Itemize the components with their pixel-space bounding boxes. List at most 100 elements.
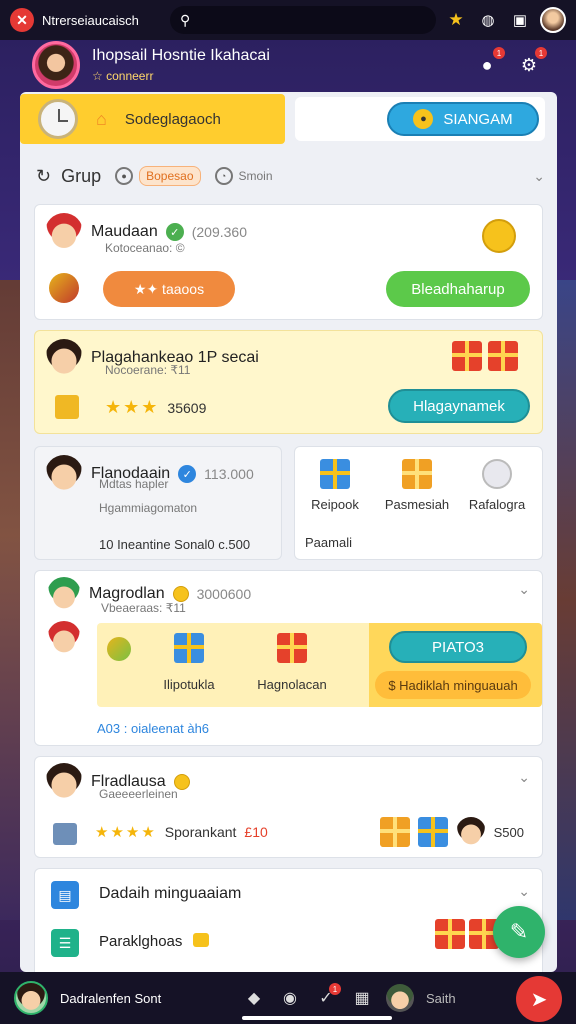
chevron-down-icon[interactable]: ⌄ bbox=[533, 168, 545, 185]
user-subtitle: Vbeaeraas: ₹11 bbox=[101, 601, 186, 615]
section-title: Dadaih minguaaiam bbox=[99, 885, 242, 902]
list-icon: ☰ bbox=[51, 929, 79, 957]
user-subtitle: Nocoerane: ₹11 bbox=[105, 363, 191, 377]
reward-options: Reipook Pasmesiah Rafalogra Paamali bbox=[294, 446, 543, 560]
game-icon[interactable]: ◉ bbox=[278, 986, 302, 1010]
reward-option[interactable]: Rafalogra bbox=[465, 459, 529, 512]
avatar bbox=[45, 455, 83, 493]
star-icon[interactable]: ★ bbox=[444, 8, 468, 32]
manage-button[interactable]: Hlagaynamek bbox=[388, 389, 530, 423]
coin-icon bbox=[482, 219, 516, 253]
rating-value: £10 bbox=[244, 824, 268, 840]
reward-label: Ilipotukla bbox=[163, 677, 215, 692]
profile-avatar[interactable] bbox=[32, 41, 80, 89]
settings-button[interactable]: ⚙ 1 bbox=[514, 47, 547, 80]
list-item[interactable]: Flanodaain ✓ 113.000 Mdtas hapler Hgammi… bbox=[34, 446, 282, 560]
coin-icon bbox=[172, 586, 189, 602]
gifts-decoration bbox=[452, 341, 518, 371]
avatar bbox=[45, 339, 83, 377]
chip-filter[interactable]: ◔ Smoin bbox=[214, 167, 273, 185]
gift-icon bbox=[379, 817, 410, 847]
avatar[interactable] bbox=[540, 7, 566, 33]
edit-fab-button[interactable]: ✎ bbox=[493, 906, 545, 958]
claim-button[interactable]: $ Hadiklah minguauah bbox=[375, 671, 531, 699]
window-icon[interactable]: ▣ bbox=[508, 8, 532, 32]
refresh-icon: ↻ bbox=[36, 165, 52, 186]
chip-label: Bopesao bbox=[139, 166, 201, 186]
tab-active[interactable]: ⌂ Sodeglagaoch bbox=[20, 94, 285, 144]
reward-option[interactable]: Reipook bbox=[305, 459, 365, 512]
user-score: 3000600 bbox=[196, 586, 252, 602]
chevron-down-icon[interactable]: ⌄ bbox=[518, 883, 530, 900]
rewards-strip: Ilipotukla Hagnolacan PIATO3 $ Hadiklah … bbox=[97, 623, 542, 707]
gear-icon: ⚙ bbox=[520, 54, 538, 75]
notification-badge: 1 bbox=[493, 47, 505, 59]
join-button[interactable]: Bleadhaharup bbox=[386, 271, 530, 307]
tabs-row: ⌂ Sodeglagaoch ● SIANGAM bbox=[20, 92, 557, 146]
background-decoration-right bbox=[554, 280, 576, 920]
bag-icon[interactable]: ▦ bbox=[350, 986, 374, 1010]
user-score: 113.000 bbox=[204, 466, 254, 482]
reward-option[interactable]: Hagnolacan bbox=[247, 633, 337, 692]
chat-icon: ● bbox=[481, 54, 493, 75]
avatar bbox=[455, 817, 486, 847]
medal-icon bbox=[49, 273, 79, 303]
signup-label: SIANGAM bbox=[443, 110, 513, 128]
chevron-down-icon[interactable]: ⌄ bbox=[518, 769, 530, 786]
list-item-label: Paraklghoas bbox=[99, 933, 183, 950]
home-icon: ⌂ bbox=[96, 108, 107, 129]
clock-icon bbox=[38, 99, 78, 139]
action-button-label: ★✦ taaoos bbox=[133, 280, 205, 297]
layers-icon[interactable]: ◆ bbox=[242, 986, 266, 1010]
globe-icon[interactable]: ◍ bbox=[476, 8, 500, 32]
close-icon[interactable]: ✕ bbox=[10, 8, 34, 32]
reward-value: S500 bbox=[493, 824, 524, 840]
search-input[interactable]: ⚲ bbox=[170, 6, 436, 34]
gold-bar-icon bbox=[55, 395, 79, 419]
claim-button-label: $ Hadiklah minguauah bbox=[388, 677, 518, 693]
list-item[interactable]: Magrodlan 3000600 Vbeaeraas: ₹11 ⌄ Ilipo… bbox=[34, 570, 543, 746]
user-name: Maudaan bbox=[91, 223, 158, 240]
avatar[interactable] bbox=[14, 981, 48, 1015]
chip-label: Smoin bbox=[238, 169, 273, 183]
gift-icon bbox=[488, 341, 518, 371]
list-item[interactable]: Plagahankeao 1P secai Nocoerane: ₹11 ★★★… bbox=[34, 330, 543, 434]
action-button[interactable]: ★✦ taaoos bbox=[103, 271, 235, 307]
list-item[interactable]: ▤ Dadaih minguaaiam ⌄ ☰ Paraklghoas bbox=[34, 868, 543, 972]
gift-icon bbox=[452, 341, 482, 371]
gift-icon bbox=[277, 633, 307, 663]
user-subtitle: Gaeeeerleinen bbox=[99, 787, 178, 801]
list-item[interactable]: Maudaan ✓ (209.360 Kotoceanao: © ★✦ taao… bbox=[34, 204, 543, 320]
group-label: Grup bbox=[61, 165, 102, 186]
home-indicator[interactable] bbox=[242, 1016, 392, 1020]
manage-button-label: Hlagaynamek bbox=[413, 397, 505, 415]
chip-filter[interactable]: ● Bopesao bbox=[115, 166, 201, 186]
gifts-decoration bbox=[435, 919, 499, 949]
group-filter[interactable]: ↻ Grup bbox=[36, 166, 101, 187]
score-value: 35609 bbox=[167, 399, 207, 416]
avatar bbox=[47, 621, 81, 655]
check-icon: ✓ bbox=[165, 223, 184, 241]
circle-icon: ● bbox=[115, 167, 134, 185]
reward-option[interactable]: Pasmesiah bbox=[381, 459, 453, 512]
tab-label: Sodeglagaoch bbox=[124, 110, 221, 128]
avatar bbox=[45, 763, 83, 801]
user-score: (209.360 bbox=[191, 224, 247, 240]
gift-icon bbox=[320, 459, 350, 489]
send-fab-button[interactable]: ➤ bbox=[516, 976, 562, 1022]
hand-icon bbox=[193, 933, 209, 947]
reward-option[interactable]: Ilipotukla bbox=[149, 633, 229, 692]
join-button-label: Bleadhaharup bbox=[411, 280, 505, 298]
list-item[interactable]: Flradlausa Gaeeeerleinen ⌄ ★★★★ Sporanka… bbox=[34, 756, 543, 858]
avatar[interactable] bbox=[386, 984, 414, 1012]
chat-button[interactable]: ● 1 bbox=[472, 47, 505, 80]
tab-signup-container: ● SIANGAM bbox=[295, 97, 545, 141]
signup-button[interactable]: ● SIANGAM bbox=[387, 102, 539, 136]
document-icon bbox=[53, 823, 77, 845]
chevron-down-icon[interactable]: ⌄ bbox=[518, 581, 530, 598]
reward-label: Pasmesiah bbox=[384, 497, 450, 512]
rating-stars: ★★★ bbox=[105, 397, 160, 417]
user-detail: Hgammiagomaton bbox=[99, 501, 198, 515]
promo-button[interactable]: PIATO3 bbox=[389, 631, 527, 663]
check-icon[interactable]: ✓ 1 bbox=[314, 983, 341, 1010]
